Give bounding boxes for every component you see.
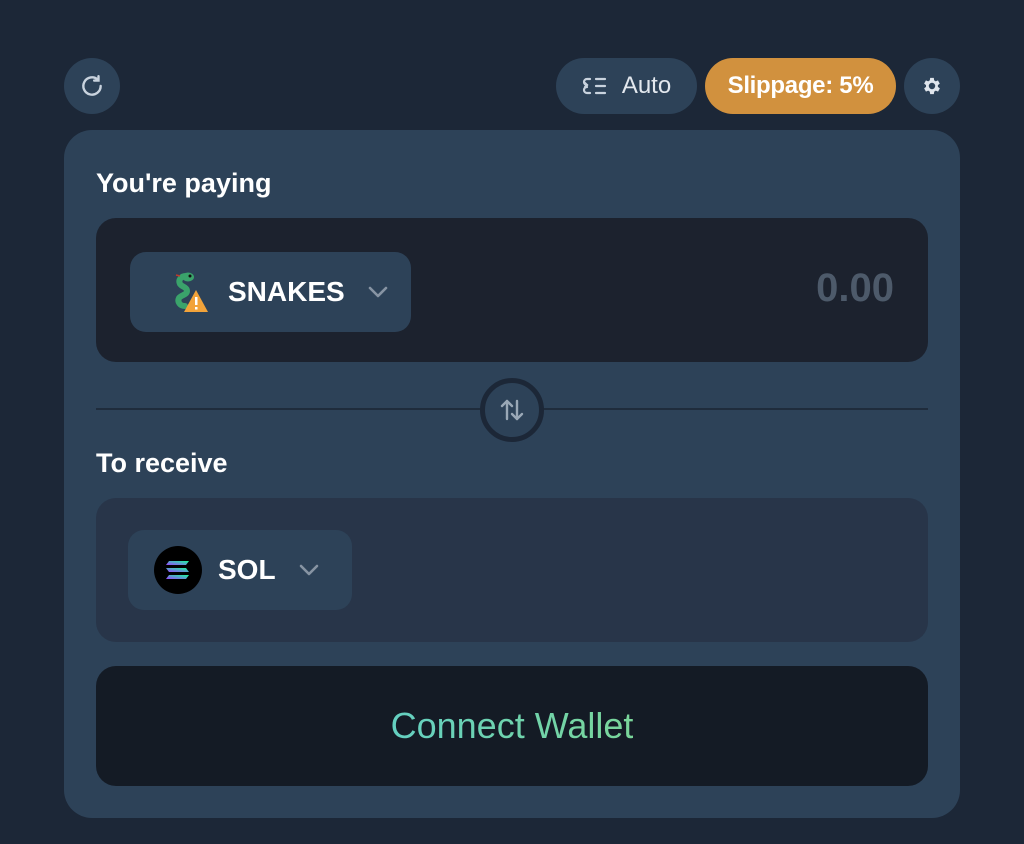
chevron-down-icon <box>367 285 389 299</box>
receive-token-symbol: SOL <box>218 554 276 585</box>
pay-panel: SNAKES <box>96 218 928 362</box>
routing-list-icon <box>582 77 606 95</box>
gear-icon <box>924 77 940 95</box>
settings-button[interactable] <box>904 58 960 114</box>
receive-panel: SOL <box>96 498 928 642</box>
pay-token-selector[interactable]: SNAKES <box>130 252 411 332</box>
receive-label: To receive <box>96 448 228 478</box>
switch-tokens-button[interactable] <box>480 378 544 442</box>
receive-token-selector[interactable]: SOL <box>128 530 352 610</box>
snake-warning-icon <box>164 268 212 316</box>
swap-arrows-icon <box>500 399 524 421</box>
auto-label: Auto <box>621 72 672 99</box>
slippage-label: Slippage: 5% <box>727 72 874 99</box>
pay-amount-input[interactable] <box>594 266 894 311</box>
connect-wallet-button[interactable]: Connect Wallet <box>96 666 928 786</box>
refresh-icon <box>82 75 102 96</box>
chevron-down-icon <box>298 563 320 577</box>
solana-icon <box>154 546 202 594</box>
swap-card: You're paying SNAKES 0.00 To receive SOL… <box>64 130 960 818</box>
connect-wallet-label: Connect Wallet <box>390 705 634 746</box>
auto-routing-button[interactable]: Auto <box>556 58 697 114</box>
pay-token-symbol: SNAKES <box>228 276 345 307</box>
refresh-button[interactable] <box>64 58 120 114</box>
paying-label: You're paying <box>96 168 272 198</box>
swap-widget: Auto Slippage: 5% You're paying SNAKES 0… <box>0 0 1024 844</box>
slippage-button[interactable]: Slippage: 5% <box>705 58 896 114</box>
